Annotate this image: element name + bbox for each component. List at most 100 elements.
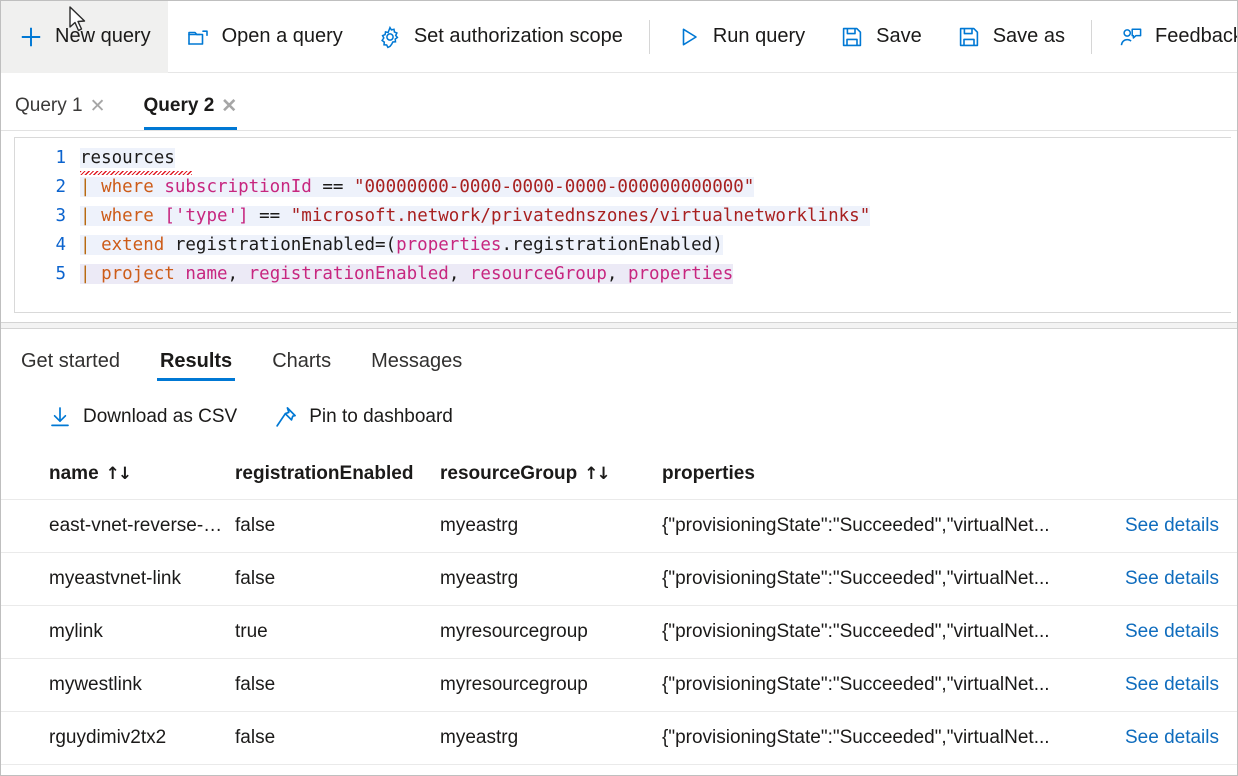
toolbar-button-label: Feedback [1155, 25, 1238, 48]
toolbar-button-label: Save as [993, 25, 1065, 48]
properties-preview: {"provisioningState":"Succeeded","virtua… [662, 727, 1050, 749]
results-tab-messages[interactable]: Messages [368, 334, 465, 387]
cell-properties: {"provisioningState":"Succeeded","virtua… [656, 659, 1238, 712]
results-tab-charts[interactable]: Charts [269, 334, 334, 387]
cell-resourceGroup: myresourcegroup [434, 606, 656, 659]
command-label: Download as CSV [83, 406, 237, 428]
code-line-text[interactable]: | project name, registrationEnabled, res… [77, 260, 733, 289]
table-row[interactable]: myeastvnet-linkfalsemyeastrg{"provisioni… [1, 553, 1238, 606]
column-header-registrationEnabled[interactable]: registrationEnabled [229, 455, 434, 500]
column-header-label: registrationEnabled [235, 463, 413, 484]
toolbar-button-label: Set authorization scope [414, 25, 623, 48]
query-tab-strip: Query 1✕ Query 2 ✕ [1, 73, 1237, 131]
sort-icon[interactable]: ↑↓ [584, 464, 609, 484]
toolbar-button-label: Open a query [222, 25, 343, 48]
folder-icon [185, 24, 211, 50]
properties-preview: {"provisioningState":"Succeeded","virtua… [662, 568, 1050, 590]
cell-properties: {"provisioningState":"Succeeded","virtua… [656, 606, 1238, 659]
command-download-as-csv[interactable]: Download as CSV [48, 405, 237, 429]
save-as-icon [956, 24, 982, 50]
toolbar-button-label: New query [55, 25, 151, 48]
column-header-name[interactable]: name ↑↓ [1, 455, 229, 500]
toolbar-button-open-a-query[interactable]: Open a query [168, 1, 360, 73]
query-tab-label: Query 2 [144, 95, 215, 117]
cell-name: east-vnet-reverse-dns [1, 500, 229, 553]
cell-resourceGroup: myeastrg [434, 712, 656, 765]
results-tab-strip: Get started Results Charts Messages [1, 329, 1237, 391]
line-number: 1 [15, 144, 77, 173]
query-editor[interactable]: 1resources2| where subscriptionId == "00… [14, 137, 1231, 313]
command-label: Pin to dashboard [309, 406, 453, 428]
resource-graph-explorer: New query Open a query Set authorization s… [0, 0, 1238, 776]
cell-name: mywestlink [1, 659, 229, 712]
column-header-label: resourceGroup [440, 463, 577, 484]
toolbar-button-new-query[interactable]: New query [1, 1, 168, 73]
see-details-link[interactable]: See details [1125, 674, 1233, 696]
feedback-icon [1118, 24, 1144, 50]
line-number: 5 [15, 260, 77, 289]
query-editor-content[interactable]: 1resources2| where subscriptionId == "00… [15, 138, 1231, 289]
table-row[interactable]: mywestlinkfalsemyresourcegroup{"provisio… [1, 659, 1238, 712]
toolbar-button-label: Save [876, 25, 922, 48]
play-icon [676, 24, 702, 50]
results-table-container: name ↑↓ registrationEnabled resourceGroup ↑↓… [1, 455, 1237, 765]
close-icon[interactable]: ✕ [90, 97, 106, 116]
results-command-bar: Download as CSV Pin to dashboard [1, 391, 1237, 443]
query-tab-2[interactable]: Query 2 ✕ [142, 82, 250, 130]
code-line-1[interactable]: 1resources [15, 144, 1231, 173]
sort-icon[interactable]: ↑↓ [106, 464, 131, 484]
code-line-text[interactable]: | where ['type'] == "microsoft.network/p… [77, 202, 870, 231]
cell-name: myeastvnet-link [1, 553, 229, 606]
see-details-link[interactable]: See details [1125, 568, 1233, 590]
cell-properties: {"provisioningState":"Succeeded","virtua… [656, 712, 1238, 765]
column-header-resourceGroup[interactable]: resourceGroup ↑↓ [434, 455, 656, 500]
pin-icon [274, 405, 298, 429]
see-details-link[interactable]: See details [1125, 621, 1233, 643]
cell-registrationEnabled: true [229, 606, 434, 659]
query-tab-1[interactable]: Query 1✕ [13, 82, 118, 130]
toolbar-button-save[interactable]: Save [822, 1, 939, 73]
cell-properties: {"provisioningState":"Succeeded","virtua… [656, 500, 1238, 553]
toolbar-button-feedback[interactable]: Feedback [1101, 1, 1238, 73]
table-row[interactable]: east-vnet-reverse-dnsfalsemyeastrg{"prov… [1, 500, 1238, 553]
column-header-label: properties [662, 463, 755, 484]
cell-name: mylink [1, 606, 229, 659]
plus-icon [18, 24, 44, 50]
line-number: 4 [15, 231, 77, 260]
code-line-text[interactable]: | extend registrationEnabled=(properties… [77, 231, 723, 260]
table-body: east-vnet-reverse-dnsfalsemyeastrg{"prov… [1, 500, 1238, 765]
cell-resourceGroup: myeastrg [434, 500, 656, 553]
results-table: name ↑↓ registrationEnabled resourceGroup ↑↓… [1, 455, 1238, 765]
table-row[interactable]: mylinktruemyresourcegroup{"provisioningS… [1, 606, 1238, 659]
code-line-3[interactable]: 3| where ['type'] == "microsoft.network/… [15, 202, 1231, 231]
command-pin-to-dashboard[interactable]: Pin to dashboard [274, 405, 453, 429]
line-number: 3 [15, 202, 77, 231]
close-icon[interactable]: ✕ [221, 97, 237, 116]
code-line-4[interactable]: 4| extend registrationEnabled=(propertie… [15, 231, 1231, 260]
see-details-link[interactable]: See details [1125, 727, 1233, 749]
toolbar: New query Open a query Set authorization s… [1, 1, 1237, 73]
panel-splitter[interactable] [1, 322, 1237, 329]
download-icon [48, 405, 72, 429]
cell-name: rguydimiv2tx2 [1, 712, 229, 765]
column-header-label: name [49, 463, 99, 484]
toolbar-button-set-authorization-scope[interactable]: Set authorization scope [360, 1, 640, 73]
code-line-5[interactable]: 5| project name, registrationEnabled, re… [15, 260, 1231, 289]
toolbar-button-run-query[interactable]: Run query [659, 1, 822, 73]
toolbar-separator [1091, 20, 1092, 54]
table-row[interactable]: rguydimiv2tx2falsemyeastrg {"provisioning… [1, 712, 1238, 765]
results-tab-results[interactable]: Results [157, 334, 235, 387]
results-tab-get-started[interactable]: Get started [18, 334, 123, 387]
code-line-text[interactable]: | where subscriptionId == "00000000-0000… [77, 173, 754, 202]
toolbar-button-label: Run query [713, 25, 805, 48]
code-line-2[interactable]: 2| where subscriptionId == "00000000-000… [15, 173, 1231, 202]
see-details-link[interactable]: See details [1125, 515, 1233, 537]
cell-properties: {"provisioningState":"Succeeded","virtua… [656, 553, 1238, 606]
toolbar-separator [649, 20, 650, 54]
column-header-properties[interactable]: properties [656, 455, 1238, 500]
cell-registrationEnabled: false [229, 553, 434, 606]
cell-registrationEnabled: false [229, 712, 434, 765]
toolbar-button-save-as[interactable]: Save as [939, 1, 1082, 73]
gear-icon [377, 24, 403, 50]
code-line-text[interactable]: resources [77, 144, 175, 173]
